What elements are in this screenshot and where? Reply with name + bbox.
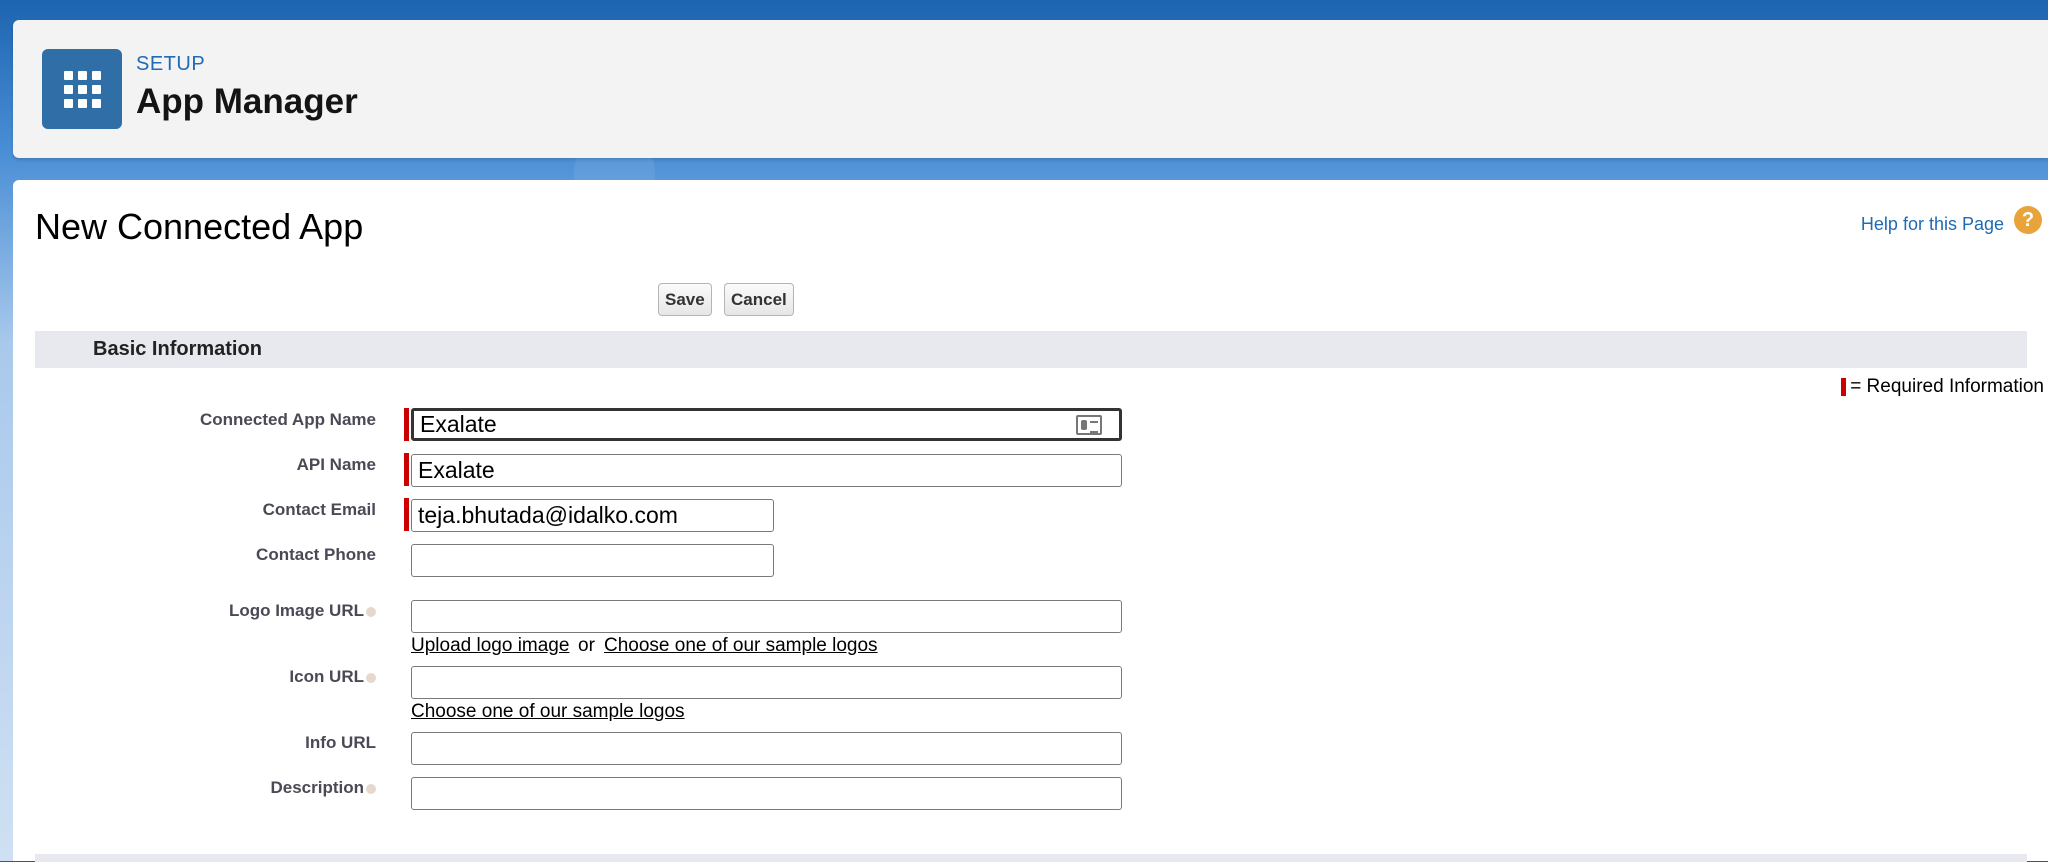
icon-url-label-text: Icon URL xyxy=(289,667,364,686)
description-label: Description xyxy=(76,778,376,798)
required-marker xyxy=(404,453,409,486)
icon-url-label: Icon URL xyxy=(76,667,376,687)
main-content: New Connected App Help for this Page ? S… xyxy=(13,180,2048,862)
save-button[interactable]: Save xyxy=(658,283,712,316)
page-title: New Connected App xyxy=(35,206,364,247)
section-basic-information: Basic Information xyxy=(35,331,2027,368)
required-marker xyxy=(404,498,409,531)
contact-email-label: Contact Email xyxy=(262,500,376,519)
upload-logo-link[interactable]: Upload logo image xyxy=(411,635,569,657)
help-icon[interactable]: ? xyxy=(2014,206,2042,234)
api-name-input[interactable] xyxy=(411,454,1122,487)
setup-label: SETUP xyxy=(136,53,206,75)
logo-image-url-label-text: Logo Image URL xyxy=(228,601,364,620)
app-manager-title: App Manager xyxy=(136,82,358,121)
contact-card-icon[interactable] xyxy=(1076,415,1102,435)
contact-phone-input[interactable] xyxy=(411,544,774,577)
description-label-text: Description xyxy=(270,778,364,797)
connected-app-name-input[interactable] xyxy=(411,408,1122,441)
info-icon[interactable] xyxy=(366,783,376,794)
logo-image-url-input[interactable] xyxy=(411,600,1122,633)
required-legend-text: = Required Information xyxy=(1850,376,2044,397)
page-header: SETUP App Manager xyxy=(13,20,2048,158)
or-text: or xyxy=(578,635,595,656)
description-input[interactable] xyxy=(411,777,1122,810)
required-marker xyxy=(404,408,409,441)
contact-phone-label: Contact Phone xyxy=(256,545,376,564)
section-title: Basic Information xyxy=(93,338,262,360)
icon-url-input[interactable] xyxy=(411,666,1122,699)
contact-email-input[interactable] xyxy=(411,499,774,532)
info-url-input[interactable] xyxy=(411,732,1122,765)
cancel-button[interactable]: Cancel xyxy=(724,283,794,316)
choose-sample-logos-link[interactable]: Choose one of our sample logos xyxy=(604,635,878,657)
info-icon[interactable] xyxy=(366,672,376,683)
choose-sample-logos-link[interactable]: Choose one of our sample logos xyxy=(411,701,685,723)
api-name-label: API Name xyxy=(296,455,376,474)
help-link[interactable]: Help for this Page xyxy=(1861,214,2004,235)
required-marker xyxy=(1841,378,1847,396)
info-url-label: Info URL xyxy=(305,733,376,752)
info-icon[interactable] xyxy=(366,606,376,617)
connected-app-name-label: Connected App Name xyxy=(199,410,376,429)
logo-image-url-label: Logo Image URL xyxy=(76,601,376,621)
required-legend: = Required Information xyxy=(1841,376,2044,398)
app-launcher-grid-icon xyxy=(42,49,122,129)
